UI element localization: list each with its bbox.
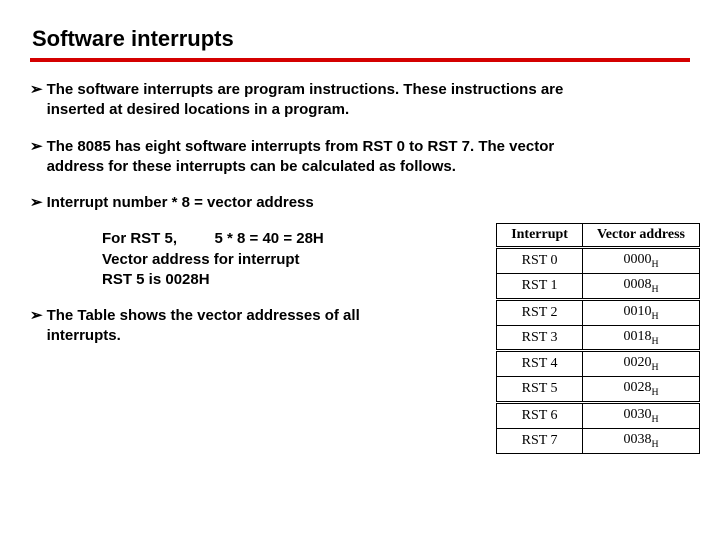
interrupt-name: RST 5 [497,377,583,403]
bullet-4: ➢ The Table shows the vector addresses o… [30,306,390,347]
table-row: RST 4 0020H [497,351,700,377]
interrupt-name: RST 7 [497,428,583,453]
slide: Software interrupts ➢ The software inter… [0,0,720,540]
interrupt-name: RST 2 [497,299,583,325]
table-header-interrupt: Interrupt [497,224,583,248]
table-row: RST 3 0018H [497,325,700,351]
table-row: RST 2 0010H [497,299,700,325]
example-line-1: For RST 5, 5 * 8 = 40 = 28H [102,229,422,249]
interrupt-name: RST 6 [497,403,583,429]
interrupt-addr: 0010H [582,299,699,325]
example-line-3: RST 5 is 0028H [102,270,422,290]
bullet-3-text: Interrupt number * 8 = vector address [47,193,314,213]
interrupt-addr: 0020H [582,351,699,377]
vector-address-table-wrap: Interrupt Vector address RST 0 0000H RST… [496,223,700,453]
interrupt-addr: 0028H [582,377,699,403]
interrupt-addr: 0038H [582,428,699,453]
bullet-arrow-icon: ➢ [30,80,43,100]
table-row: RST 1 0008H [497,274,700,300]
example-block: For RST 5, 5 * 8 = 40 = 28H Vector addre… [102,229,422,290]
title-underline [30,58,690,62]
interrupt-name: RST 1 [497,274,583,300]
table-row: RST 5 0028H [497,377,700,403]
bullet-1: ➢ The software interrupts are program in… [30,80,570,121]
interrupt-addr: 0030H [582,403,699,429]
interrupt-addr: 0000H [582,248,699,274]
bullet-4-text: The Table shows the vector addresses of … [47,306,390,347]
lower-content: For RST 5, 5 * 8 = 40 = 28H Vector addre… [30,229,690,346]
example-line-2: Vector address for interrupt [102,250,422,270]
interrupt-addr: 0008H [582,274,699,300]
table-row: RST 7 0038H [497,428,700,453]
bullet-2-text: The 8085 has eight software interrupts f… [47,137,570,178]
vector-address-table: Interrupt Vector address RST 0 0000H RST… [496,223,700,453]
bullet-arrow-icon: ➢ [30,193,43,213]
table-header-vector: Vector address [582,224,699,248]
interrupt-name: RST 3 [497,325,583,351]
bullet-2: ➢ The 8085 has eight software interrupts… [30,137,570,178]
interrupt-name: RST 0 [497,248,583,274]
table-header-row: Interrupt Vector address [497,224,700,248]
bullet-arrow-icon: ➢ [30,137,43,157]
bullet-1-text: The software interrupts are program inst… [47,80,570,121]
slide-title: Software interrupts [32,26,690,52]
bullet-3: ➢ Interrupt number * 8 = vector address [30,193,570,213]
interrupt-addr: 0018H [582,325,699,351]
interrupt-name: RST 4 [497,351,583,377]
table-row: RST 6 0030H [497,403,700,429]
bullet-arrow-icon: ➢ [30,306,43,326]
table-row: RST 0 0000H [497,248,700,274]
